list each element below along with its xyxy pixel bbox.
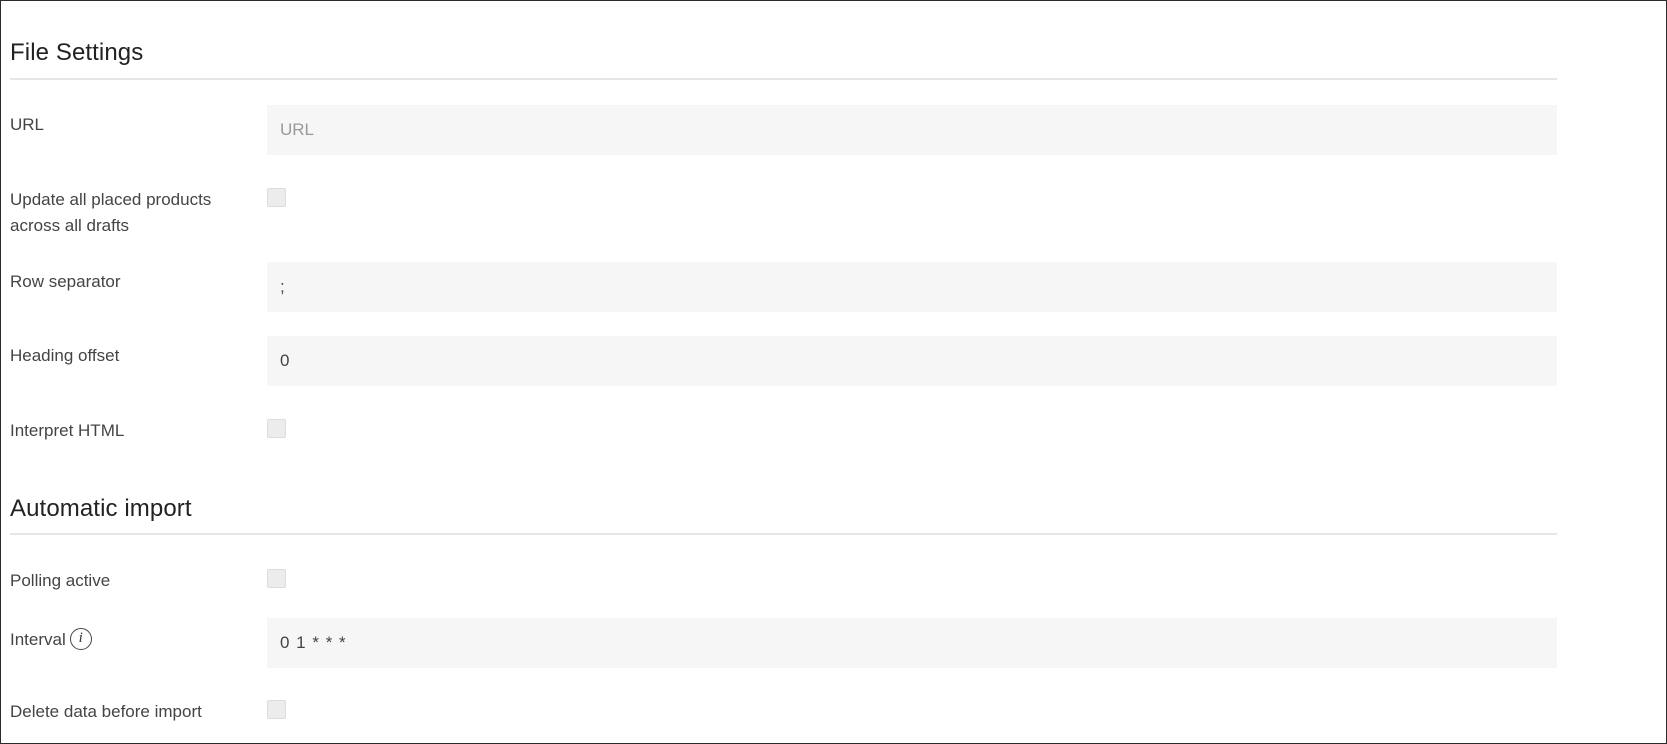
url-label: URL [10, 115, 45, 134]
automatic-import-heading: Automatic import [10, 495, 192, 522]
import-settings-panel: File Settings URL Update all placed prod… [0, 0, 1667, 744]
url-input[interactable] [267, 105, 1557, 155]
interpret-html-label: Interpret HTML [10, 421, 125, 440]
update-all-products-label: Update all placed products across all dr… [10, 190, 212, 235]
heading-offset-label: Heading offset [10, 346, 120, 365]
info-glyph: i [78, 630, 83, 647]
automatic-import-divider [10, 533, 1557, 535]
interval-label-row: Interval i [10, 627, 240, 653]
update-all-products-checkbox[interactable] [267, 188, 286, 207]
row-separator-label: Row separator [10, 272, 121, 291]
delete-data-label: Delete data before import [10, 702, 202, 721]
polling-active-checkbox[interactable] [267, 569, 286, 588]
interpret-html-checkbox[interactable] [267, 419, 286, 438]
file-settings-heading: File Settings [10, 39, 144, 66]
polling-active-label: Polling active [10, 571, 111, 590]
interval-input[interactable] [267, 618, 1557, 668]
info-icon[interactable]: i [69, 627, 92, 650]
row-separator-input[interactable] [267, 262, 1557, 312]
file-settings-divider [10, 78, 1557, 80]
delete-data-checkbox[interactable] [267, 700, 286, 719]
heading-offset-input[interactable] [267, 336, 1557, 386]
interval-label: Interval [10, 630, 66, 649]
